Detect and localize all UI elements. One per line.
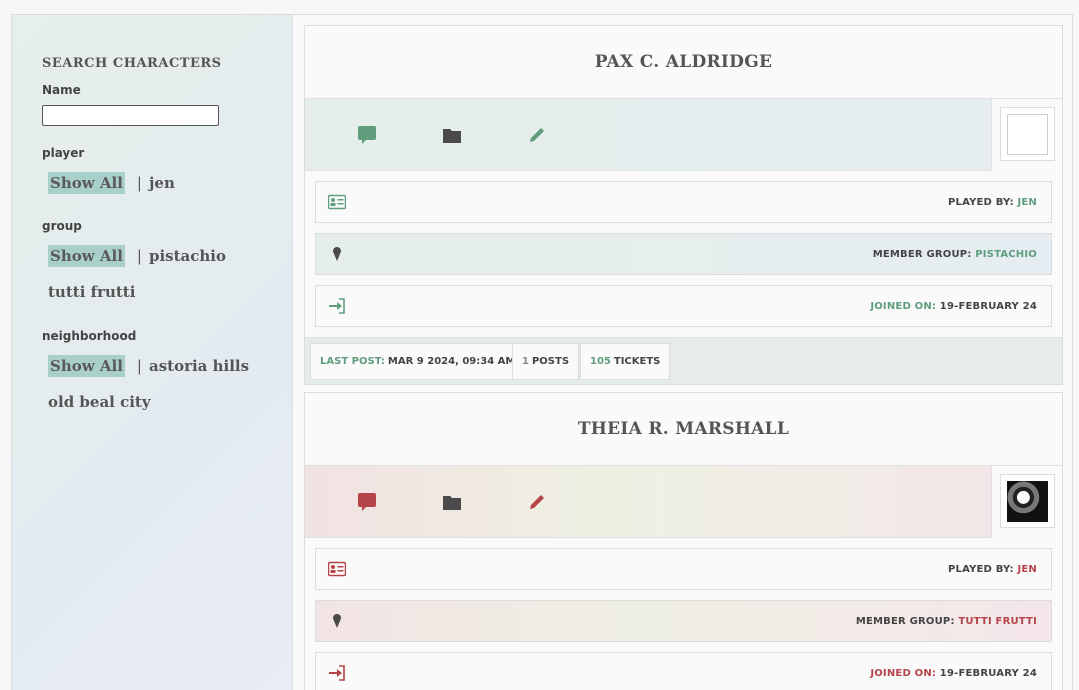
- joined-row: JOINED ON: 19-FEBRUARY 24: [315, 652, 1052, 690]
- character-action-band: [305, 99, 1062, 171]
- played-by-row: PLAYED BY: JEN: [315, 181, 1052, 223]
- played-by-text: PLAYED BY: JEN: [948, 197, 1037, 208]
- last-post-label: LAST POST:: [320, 356, 385, 367]
- neighborhood-filter: Show All | astoria hills: [48, 355, 249, 377]
- avatar-photo: [1007, 481, 1048, 522]
- speech-bubble-icon[interactable]: [357, 492, 377, 512]
- folder-icon[interactable]: [442, 492, 462, 512]
- search-title: SEARCH CHARACTERS: [42, 56, 222, 71]
- posts-label: POSTS: [531, 356, 570, 367]
- joined-label: JOINED ON:: [870, 667, 937, 679]
- member-group-text: MEMBER GROUP: TUTTI FRUTTI: [856, 616, 1037, 627]
- joined-label: JOINED ON:: [870, 300, 937, 312]
- avatar-placeholder-icon: [1007, 114, 1048, 155]
- character-name[interactable]: THEIA R. MARSHALL: [305, 393, 1062, 466]
- tickets-stat[interactable]: 105 TICKETS: [580, 343, 671, 380]
- name-label: Name: [42, 83, 81, 97]
- joined-text: JOINED ON: 19-FEBRUARY 24: [870, 668, 1037, 679]
- joined-row: JOINED ON: 19-FEBRUARY 24: [315, 285, 1052, 327]
- played-by-label: PLAYED BY:: [947, 196, 1014, 208]
- played-by-row: PLAYED BY: JEN: [315, 548, 1052, 590]
- group-show-all-button[interactable]: Show All: [48, 245, 125, 267]
- tickets-label: TICKETS: [613, 356, 661, 367]
- pencil-icon[interactable]: [527, 492, 547, 512]
- played-by-text: PLAYED BY: JEN: [948, 564, 1037, 575]
- posts-count: 1: [522, 356, 529, 367]
- id-card-icon: [328, 561, 346, 577]
- ice-cream-icon: [333, 247, 341, 261]
- id-card-icon: [328, 194, 346, 210]
- joined-value: 19-FEBRUARY 24: [939, 667, 1037, 679]
- neighborhood-filter-row-2: old beal city: [48, 393, 151, 411]
- group-filter: Show All | pistachio: [48, 245, 226, 267]
- ice-cream-icon: [333, 614, 341, 628]
- last-post-stat[interactable]: LAST POST: MAR 9 2024, 09:34 AM: [310, 343, 526, 380]
- neighborhood-option[interactable]: astoria hills: [149, 357, 249, 375]
- pencil-icon[interactable]: [527, 125, 547, 145]
- played-by-value[interactable]: JEN: [1017, 197, 1037, 208]
- avatar-frame: [991, 466, 1062, 538]
- player-option[interactable]: jen: [149, 174, 175, 192]
- last-post-value: MAR 9 2024, 09:34 AM: [387, 356, 516, 367]
- folder-icon[interactable]: [442, 125, 462, 145]
- member-group-value[interactable]: TUTTI FRUTTI: [958, 616, 1037, 627]
- member-group-row: MEMBER GROUP: TUTTI FRUTTI: [315, 600, 1052, 642]
- character-card: PAX C. ALDRIDGE PLAYED BY: JEN MEMBER GR…: [304, 25, 1063, 385]
- player-show-all-button[interactable]: Show All: [48, 172, 125, 194]
- group-filter-label: group: [42, 219, 82, 233]
- played-by-label: PLAYED BY:: [947, 563, 1014, 575]
- member-group-row: MEMBER GROUP: PISTACHIO: [315, 233, 1052, 275]
- separator: |: [136, 247, 142, 265]
- speech-bubble-icon[interactable]: [357, 125, 377, 145]
- member-group-value[interactable]: PISTACHIO: [975, 249, 1037, 260]
- sign-in-icon: [329, 665, 345, 681]
- played-by-value[interactable]: JEN: [1017, 564, 1037, 575]
- avatar-frame: [991, 99, 1062, 171]
- member-group-label: MEMBER GROUP:: [872, 248, 972, 260]
- player-filter-label: player: [42, 146, 85, 160]
- name-search-input[interactable]: [42, 105, 219, 126]
- neighborhood-show-all-button[interactable]: Show All: [48, 355, 125, 377]
- separator: |: [136, 174, 142, 192]
- avatar[interactable]: [1000, 107, 1055, 161]
- character-action-band: [305, 466, 1062, 538]
- page-frame: SEARCH CHARACTERS Name player Show All |…: [11, 14, 1073, 690]
- character-name[interactable]: PAX C. ALDRIDGE: [305, 26, 1062, 99]
- search-sidebar: SEARCH CHARACTERS Name player Show All |…: [12, 15, 293, 690]
- group-option[interactable]: tutti frutti: [48, 283, 135, 301]
- group-option[interactable]: pistachio: [149, 247, 226, 265]
- avatar[interactable]: [1000, 474, 1055, 528]
- member-group-text: MEMBER GROUP: PISTACHIO: [873, 249, 1037, 260]
- group-filter-row-2: tutti frutti: [48, 283, 135, 301]
- separator: |: [136, 357, 142, 375]
- member-group-label: MEMBER GROUP:: [855, 615, 955, 627]
- joined-text: JOINED ON: 19-FEBRUARY 24: [870, 301, 1037, 312]
- neighborhood-option[interactable]: old beal city: [48, 393, 151, 411]
- neighborhood-filter-label: neighborhood: [42, 329, 137, 343]
- joined-value: 19-FEBRUARY 24: [939, 300, 1037, 312]
- stats-bar: LAST POST: MAR 9 2024, 09:34 AM 1 POSTS …: [305, 337, 1062, 384]
- player-filter: Show All | jen: [48, 172, 175, 194]
- posts-stat[interactable]: 1 POSTS: [512, 343, 580, 380]
- sign-in-icon: [329, 298, 345, 314]
- tickets-count: 105: [590, 356, 611, 367]
- character-card: THEIA R. MARSHALL PLAYED BY: JEN MEMBER …: [304, 392, 1063, 690]
